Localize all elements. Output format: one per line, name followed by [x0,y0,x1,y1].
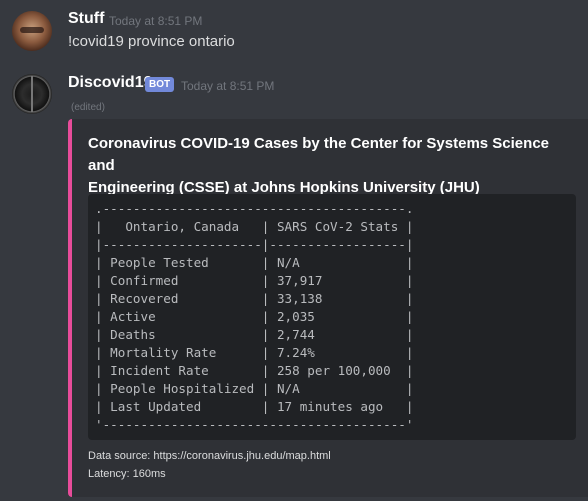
embed-title-line1: Coronavirus COVID-19 Cases by the Center… [88,135,550,174]
table-header-divider: |---------------------|-----------------… [95,237,414,252]
table-row: | Active | 2,035 | [95,309,414,324]
embed-footer-source: Data source: https://coronavirus.jhu.edu… [88,450,331,462]
table-row: | Deaths | 2,744 | [95,327,414,342]
embed-title: Coronavirus COVID-19 Cases by the Center… [88,133,568,199]
username[interactable]: Stuff [68,10,104,28]
stats-code-block: .---------------------------------------… [88,194,576,440]
virus-avatar-icon[interactable] [12,74,52,114]
embed-footer-latency: Latency: 160ms [88,468,166,480]
table-row: | Mortality Rate | 7.24% | [95,345,414,360]
table-row: | Last Updated | 17 minutes ago | [95,399,414,414]
table-border-bottom: '---------------------------------------… [95,417,414,432]
stats-table: .---------------------------------------… [95,200,413,434]
message-timestamp: Today at 8:51 PM [109,14,203,28]
table-row: | Confirmed | 37,917 | [95,273,414,288]
embed-card: Coronavirus COVID-19 Cases by the Center… [68,119,588,497]
message-content: !covid19 province ontario [68,33,235,50]
user-avatar[interactable] [12,11,52,51]
table-row: | Recovered | 33,138 | [95,291,414,306]
table-header-row: | Ontario, Canada | SARS CoV-2 Stats | [95,219,414,234]
bot-username[interactable]: Discovid19 [68,74,152,92]
table-row: | People Tested | N/A | [95,255,414,270]
bot-badge: BOT [145,77,175,92]
message-timestamp: Today at 8:51 PM [181,79,275,93]
table-row: | People Hospitalized | N/A | [95,381,414,396]
edited-label: (edited) [71,102,105,113]
table-row: | Incident Rate | 258 per 100,000 | [95,363,414,378]
table-border-top: .---------------------------------------… [95,201,414,216]
